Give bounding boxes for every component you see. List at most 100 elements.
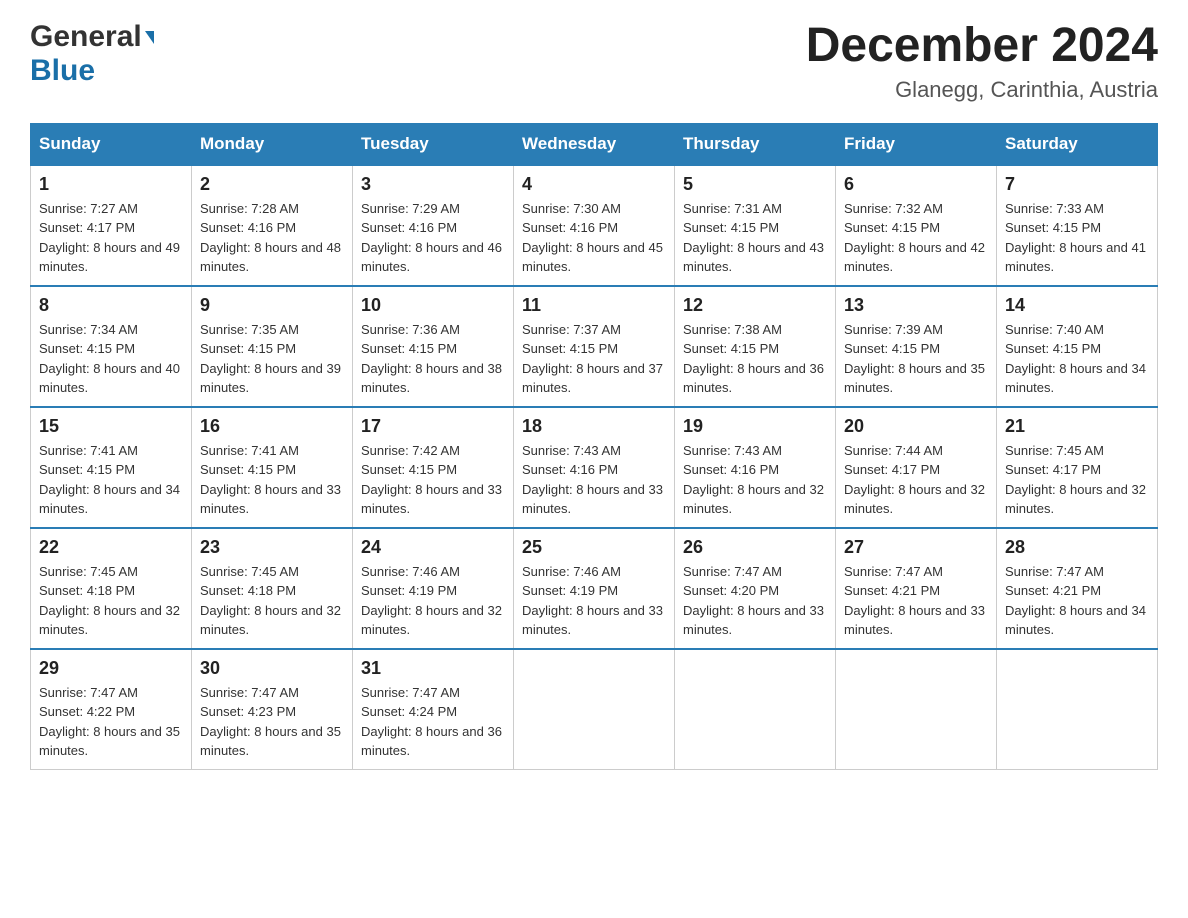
day-cell: 31 Sunrise: 7:47 AMSunset: 4:24 PMDaylig…	[353, 649, 514, 770]
day-number: 21	[1005, 416, 1149, 437]
week-row-3: 15 Sunrise: 7:41 AMSunset: 4:15 PMDaylig…	[31, 407, 1158, 528]
logo-bottom: Blue	[30, 54, 95, 88]
day-cell: 10 Sunrise: 7:36 AMSunset: 4:15 PMDaylig…	[353, 286, 514, 407]
day-info: Sunrise: 7:35 AMSunset: 4:15 PMDaylight:…	[200, 322, 341, 396]
day-number: 8	[39, 295, 183, 316]
day-cell: 20 Sunrise: 7:44 AMSunset: 4:17 PMDaylig…	[836, 407, 997, 528]
day-info: Sunrise: 7:38 AMSunset: 4:15 PMDaylight:…	[683, 322, 824, 396]
day-cell: 16 Sunrise: 7:41 AMSunset: 4:15 PMDaylig…	[192, 407, 353, 528]
day-cell: 12 Sunrise: 7:38 AMSunset: 4:15 PMDaylig…	[675, 286, 836, 407]
header-cell-wednesday: Wednesday	[514, 123, 675, 165]
day-cell: 8 Sunrise: 7:34 AMSunset: 4:15 PMDayligh…	[31, 286, 192, 407]
day-number: 28	[1005, 537, 1149, 558]
day-cell: 4 Sunrise: 7:30 AMSunset: 4:16 PMDayligh…	[514, 165, 675, 286]
day-cell: 3 Sunrise: 7:29 AMSunset: 4:16 PMDayligh…	[353, 165, 514, 286]
day-cell: 22 Sunrise: 7:45 AMSunset: 4:18 PMDaylig…	[31, 528, 192, 649]
day-number: 30	[200, 658, 344, 679]
day-number: 26	[683, 537, 827, 558]
month-title: December 2024	[806, 20, 1158, 73]
day-cell: 7 Sunrise: 7:33 AMSunset: 4:15 PMDayligh…	[997, 165, 1158, 286]
day-number: 27	[844, 537, 988, 558]
day-number: 11	[522, 295, 666, 316]
day-cell: 1 Sunrise: 7:27 AMSunset: 4:17 PMDayligh…	[31, 165, 192, 286]
day-number: 25	[522, 537, 666, 558]
logo-general-text: General	[30, 20, 142, 53]
day-cell: 9 Sunrise: 7:35 AMSunset: 4:15 PMDayligh…	[192, 286, 353, 407]
day-cell: 25 Sunrise: 7:46 AMSunset: 4:19 PMDaylig…	[514, 528, 675, 649]
logo-triangle-icon	[145, 31, 154, 44]
day-info: Sunrise: 7:46 AMSunset: 4:19 PMDaylight:…	[361, 564, 502, 638]
day-info: Sunrise: 7:45 AMSunset: 4:18 PMDaylight:…	[200, 564, 341, 638]
day-info: Sunrise: 7:43 AMSunset: 4:16 PMDaylight:…	[683, 443, 824, 517]
day-number: 10	[361, 295, 505, 316]
day-info: Sunrise: 7:32 AMSunset: 4:15 PMDaylight:…	[844, 201, 985, 275]
day-info: Sunrise: 7:31 AMSunset: 4:15 PMDaylight:…	[683, 201, 824, 275]
day-cell: 28 Sunrise: 7:47 AMSunset: 4:21 PMDaylig…	[997, 528, 1158, 649]
day-number: 20	[844, 416, 988, 437]
day-cell	[836, 649, 997, 770]
day-number: 18	[522, 416, 666, 437]
day-number: 7	[1005, 174, 1149, 195]
day-info: Sunrise: 7:47 AMSunset: 4:20 PMDaylight:…	[683, 564, 824, 638]
day-info: Sunrise: 7:40 AMSunset: 4:15 PMDaylight:…	[1005, 322, 1146, 396]
logo-top: General	[30, 20, 154, 54]
week-row-1: 1 Sunrise: 7:27 AMSunset: 4:17 PMDayligh…	[31, 165, 1158, 286]
day-info: Sunrise: 7:47 AMSunset: 4:21 PMDaylight:…	[844, 564, 985, 638]
day-number: 3	[361, 174, 505, 195]
day-info: Sunrise: 7:39 AMSunset: 4:15 PMDaylight:…	[844, 322, 985, 396]
day-cell: 29 Sunrise: 7:47 AMSunset: 4:22 PMDaylig…	[31, 649, 192, 770]
day-number: 14	[1005, 295, 1149, 316]
day-number: 9	[200, 295, 344, 316]
day-info: Sunrise: 7:47 AMSunset: 4:23 PMDaylight:…	[200, 685, 341, 759]
day-number: 22	[39, 537, 183, 558]
week-row-4: 22 Sunrise: 7:45 AMSunset: 4:18 PMDaylig…	[31, 528, 1158, 649]
day-info: Sunrise: 7:33 AMSunset: 4:15 PMDaylight:…	[1005, 201, 1146, 275]
day-cell: 26 Sunrise: 7:47 AMSunset: 4:20 PMDaylig…	[675, 528, 836, 649]
day-info: Sunrise: 7:41 AMSunset: 4:15 PMDaylight:…	[39, 443, 180, 517]
day-info: Sunrise: 7:47 AMSunset: 4:24 PMDaylight:…	[361, 685, 502, 759]
day-cell: 15 Sunrise: 7:41 AMSunset: 4:15 PMDaylig…	[31, 407, 192, 528]
page-header: General Blue December 2024 Glanegg, Cari…	[30, 20, 1158, 103]
day-number: 5	[683, 174, 827, 195]
day-info: Sunrise: 7:43 AMSunset: 4:16 PMDaylight:…	[522, 443, 663, 517]
day-cell: 21 Sunrise: 7:45 AMSunset: 4:17 PMDaylig…	[997, 407, 1158, 528]
day-cell	[997, 649, 1158, 770]
logo: General Blue	[30, 20, 154, 88]
day-cell	[675, 649, 836, 770]
day-cell: 23 Sunrise: 7:45 AMSunset: 4:18 PMDaylig…	[192, 528, 353, 649]
day-cell: 2 Sunrise: 7:28 AMSunset: 4:16 PMDayligh…	[192, 165, 353, 286]
day-info: Sunrise: 7:29 AMSunset: 4:16 PMDaylight:…	[361, 201, 502, 275]
header-cell-saturday: Saturday	[997, 123, 1158, 165]
day-cell: 13 Sunrise: 7:39 AMSunset: 4:15 PMDaylig…	[836, 286, 997, 407]
day-info: Sunrise: 7:46 AMSunset: 4:19 PMDaylight:…	[522, 564, 663, 638]
day-number: 23	[200, 537, 344, 558]
calendar-body: 1 Sunrise: 7:27 AMSunset: 4:17 PMDayligh…	[31, 165, 1158, 770]
day-info: Sunrise: 7:47 AMSunset: 4:21 PMDaylight:…	[1005, 564, 1146, 638]
day-cell: 6 Sunrise: 7:32 AMSunset: 4:15 PMDayligh…	[836, 165, 997, 286]
day-number: 24	[361, 537, 505, 558]
day-number: 2	[200, 174, 344, 195]
location: Glanegg, Carinthia, Austria	[806, 77, 1158, 103]
logo-blue-text: Blue	[30, 54, 95, 87]
day-cell: 27 Sunrise: 7:47 AMSunset: 4:21 PMDaylig…	[836, 528, 997, 649]
day-info: Sunrise: 7:45 AMSunset: 4:18 PMDaylight:…	[39, 564, 180, 638]
day-number: 4	[522, 174, 666, 195]
title-area: December 2024 Glanegg, Carinthia, Austri…	[806, 20, 1158, 103]
day-cell: 18 Sunrise: 7:43 AMSunset: 4:16 PMDaylig…	[514, 407, 675, 528]
day-number: 1	[39, 174, 183, 195]
day-cell: 30 Sunrise: 7:47 AMSunset: 4:23 PMDaylig…	[192, 649, 353, 770]
day-info: Sunrise: 7:44 AMSunset: 4:17 PMDaylight:…	[844, 443, 985, 517]
day-info: Sunrise: 7:45 AMSunset: 4:17 PMDaylight:…	[1005, 443, 1146, 517]
day-cell: 5 Sunrise: 7:31 AMSunset: 4:15 PMDayligh…	[675, 165, 836, 286]
day-cell: 24 Sunrise: 7:46 AMSunset: 4:19 PMDaylig…	[353, 528, 514, 649]
day-info: Sunrise: 7:37 AMSunset: 4:15 PMDaylight:…	[522, 322, 663, 396]
header-cell-tuesday: Tuesday	[353, 123, 514, 165]
day-info: Sunrise: 7:28 AMSunset: 4:16 PMDaylight:…	[200, 201, 341, 275]
day-cell: 19 Sunrise: 7:43 AMSunset: 4:16 PMDaylig…	[675, 407, 836, 528]
day-info: Sunrise: 7:41 AMSunset: 4:15 PMDaylight:…	[200, 443, 341, 517]
day-number: 13	[844, 295, 988, 316]
day-info: Sunrise: 7:36 AMSunset: 4:15 PMDaylight:…	[361, 322, 502, 396]
day-cell: 11 Sunrise: 7:37 AMSunset: 4:15 PMDaylig…	[514, 286, 675, 407]
week-row-5: 29 Sunrise: 7:47 AMSunset: 4:22 PMDaylig…	[31, 649, 1158, 770]
day-number: 31	[361, 658, 505, 679]
